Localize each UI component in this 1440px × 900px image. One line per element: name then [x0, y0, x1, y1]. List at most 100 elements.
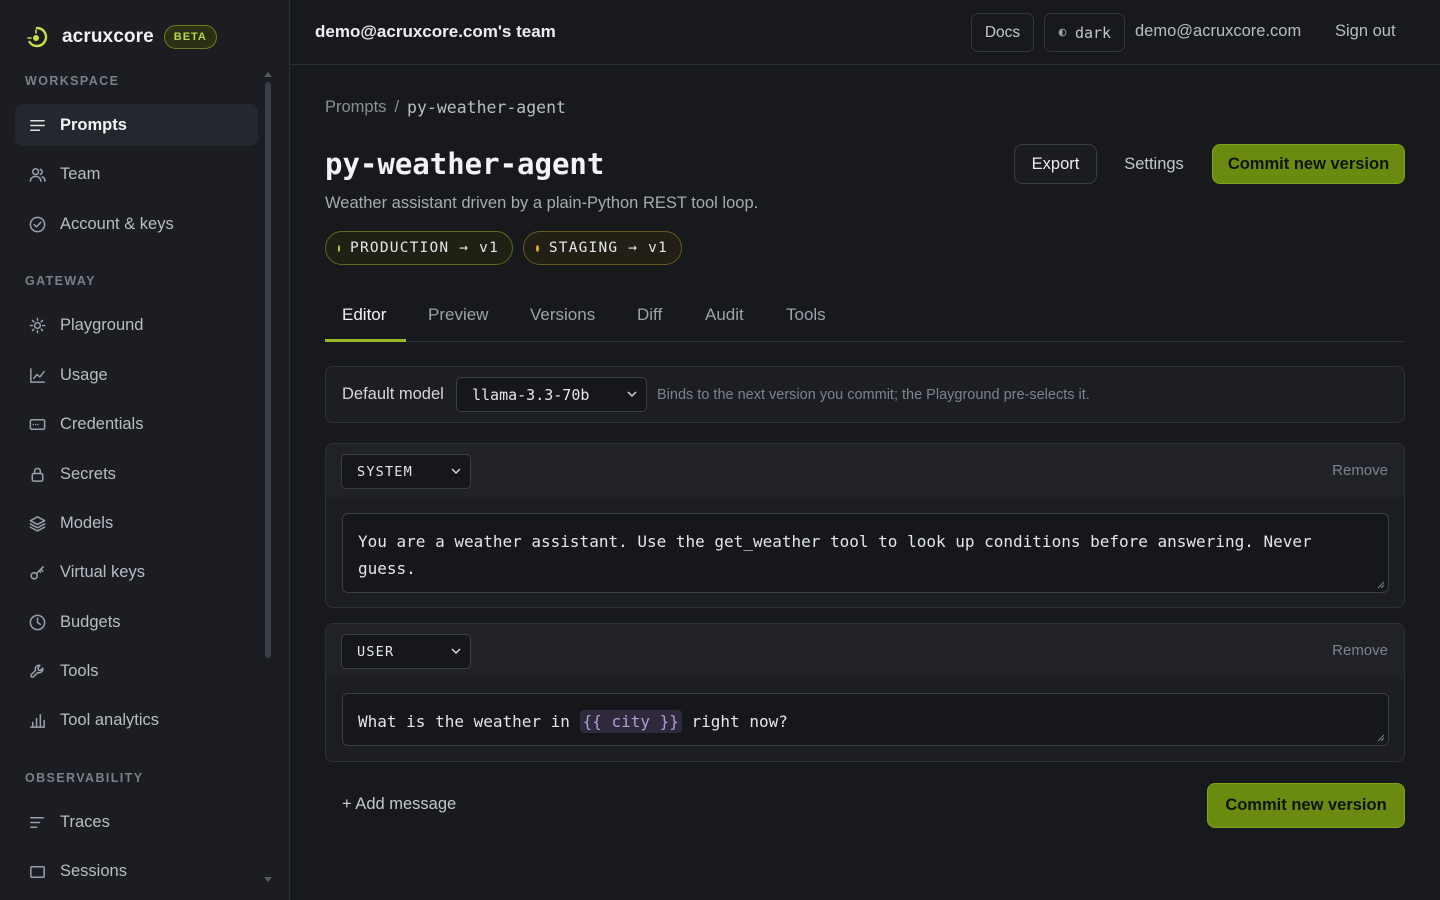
env-label: STAGING → v1: [548, 240, 668, 256]
theme-toggle-button[interactable]: dark: [1044, 13, 1125, 52]
sidebar-item-traces[interactable]: Traces: [15, 801, 258, 843]
beta-badge: BETA: [163, 25, 217, 49]
settings-button[interactable]: Settings: [1110, 144, 1198, 184]
tab-bar: Editor Preview Versions Diff Audit Tools: [325, 292, 1405, 342]
page-description: Weather assistant driven by a plain-Pyth…: [325, 194, 759, 212]
breadcrumb-current: py-weather-agent: [407, 98, 566, 117]
theme-label: dark: [1074, 23, 1112, 42]
tab-audit[interactable]: Audit: [705, 305, 744, 325]
tab-versions[interactable]: Versions: [530, 305, 595, 325]
message-content-input[interactable]: You are a weather assistant. Use the get…: [342, 513, 1389, 593]
tab-diff[interactable]: Diff: [637, 305, 662, 325]
team-name[interactable]: demo@acruxcore.com's team: [315, 22, 556, 42]
scroll-up-arrow[interactable]: [264, 72, 272, 77]
sidebar: acruxcore BETA WORKSPACE Prompts Team Ac…: [0, 0, 290, 900]
sidebar-item-label: Credentials: [60, 414, 144, 433]
breadcrumb: Prompts / py-weather-agent: [325, 98, 566, 117]
sign-out-link[interactable]: Sign out: [1335, 22, 1396, 41]
sidebar-item-account-keys[interactable]: Account & keys: [15, 203, 258, 245]
bar-chart-icon: [30, 713, 45, 728]
selected-role: SYSTEM: [357, 463, 413, 480]
sidebar-item-label: Models: [60, 513, 114, 532]
breadcrumb-separator: /: [394, 98, 400, 116]
lock-icon: [31, 467, 44, 482]
sidebar-item-label: Sessions: [60, 861, 127, 880]
sidebar-item-secrets[interactable]: Secrets: [15, 453, 258, 495]
brand[interactable]: acruxcore BETA: [25, 22, 217, 52]
breadcrumb-prompts-link[interactable]: Prompts: [325, 98, 386, 117]
line-chart-icon: [30, 367, 45, 383]
sidebar-item-label: Traces: [60, 812, 110, 831]
sidebar-item-label: Secrets: [60, 464, 116, 483]
nav-section-observability: OBSERVABILITY: [25, 771, 144, 785]
export-button[interactable]: Export: [1014, 144, 1097, 184]
resize-handle-icon[interactable]: [1377, 734, 1385, 742]
wrench-icon: [30, 664, 44, 678]
check-circle-icon: [29, 216, 46, 232]
default-model-bar: Default model llama-3.3-70b Binds to the…: [325, 366, 1405, 423]
sidebar-item-sessions[interactable]: Sessions: [15, 850, 258, 892]
message-content-input[interactable]: What is the weather in {{ city }} right …: [342, 693, 1389, 746]
remove-message-button[interactable]: Remove: [1332, 462, 1388, 479]
traces-icon: [30, 816, 44, 828]
chevron-down-icon: [451, 648, 461, 655]
remove-message-button[interactable]: Remove: [1332, 642, 1388, 659]
docs-button[interactable]: Docs: [971, 13, 1034, 52]
sidebar-item-playground[interactable]: Playground: [15, 304, 258, 346]
commit-new-version-bottom-button[interactable]: Commit new version: [1207, 783, 1405, 828]
resize-handle-icon[interactable]: [1377, 581, 1385, 589]
sidebar-item-usage[interactable]: Usage: [15, 354, 258, 396]
active-tab-indicator: [325, 339, 406, 342]
commit-new-version-button[interactable]: Commit new version: [1212, 144, 1405, 184]
sidebar-item-label: Team: [60, 164, 101, 183]
user-email: demo@acruxcore.com: [1135, 22, 1302, 40]
nav-section-gateway: GATEWAY: [25, 274, 96, 288]
role-select[interactable]: USER: [341, 634, 471, 669]
sidebar-item-tool-analytics[interactable]: Tool analytics: [15, 699, 258, 741]
chevron-down-icon: [627, 391, 637, 398]
selected-model: llama-3.3-70b: [472, 385, 590, 404]
sidebar-item-virtual-keys[interactable]: Virtual keys: [15, 551, 258, 593]
tab-editor[interactable]: Editor: [342, 305, 386, 325]
message-card-user: USER Remove What is the weather in {{ ci…: [325, 623, 1405, 762]
production-env-badge[interactable]: PRODUCTION → v1: [325, 231, 513, 265]
sidebar-item-label: Tool analytics: [60, 710, 160, 729]
sidebar-item-credentials[interactable]: Credentials: [15, 403, 258, 445]
sidebar-item-label: Tools: [60, 661, 99, 680]
sidebar-item-label: Playground: [60, 315, 144, 334]
sidebar-item-label: Virtual keys: [60, 562, 145, 581]
staging-env-badge[interactable]: STAGING → v1: [523, 231, 682, 265]
nav-section-workspace: WORKSPACE: [25, 74, 120, 88]
sidebar-scrollbar[interactable]: [265, 82, 271, 658]
page-title: py-weather-agent: [325, 147, 605, 181]
card-icon: [29, 418, 46, 430]
sidebar-item-models[interactable]: Models: [15, 502, 258, 544]
tab-preview[interactable]: Preview: [428, 305, 488, 325]
sidebar-item-prompts[interactable]: Prompts: [15, 104, 258, 146]
chevron-down-icon: [451, 468, 461, 475]
template-variable: {{ city }}: [579, 710, 682, 733]
default-model-hint: Binds to the next version you commit; th…: [657, 387, 1090, 403]
sidebar-item-label: Prompts: [60, 115, 127, 134]
clock-icon: [29, 614, 46, 630]
lines-icon: [30, 119, 45, 131]
sun-icon: [29, 317, 46, 333]
sidebar-item-budgets[interactable]: Budgets: [15, 601, 258, 643]
tab-tools[interactable]: Tools: [786, 305, 826, 325]
add-message-button[interactable]: + Add message: [342, 795, 456, 814]
sidebar-item-label: Budgets: [60, 612, 121, 631]
role-select[interactable]: SYSTEM: [341, 454, 471, 489]
top-bar: demo@acruxcore.com's team Docs dark demo…: [290, 0, 1440, 65]
default-model-select[interactable]: llama-3.3-70b: [456, 377, 647, 412]
message-text-after: right now?: [681, 712, 788, 731]
acruxcore-logo-icon: [27, 26, 48, 48]
scroll-down-arrow[interactable]: [264, 877, 272, 882]
sidebar-item-label: Account & keys: [60, 214, 174, 233]
sidebar-item-team[interactable]: Team: [15, 153, 258, 195]
sidebar-item-tools[interactable]: Tools: [15, 650, 258, 692]
layers-icon: [29, 515, 46, 532]
message-header: SYSTEM Remove: [326, 444, 1404, 498]
status-dot: [536, 244, 539, 252]
sidebar-item-label: Usage: [60, 365, 108, 384]
default-model-label: Default model: [342, 385, 444, 403]
